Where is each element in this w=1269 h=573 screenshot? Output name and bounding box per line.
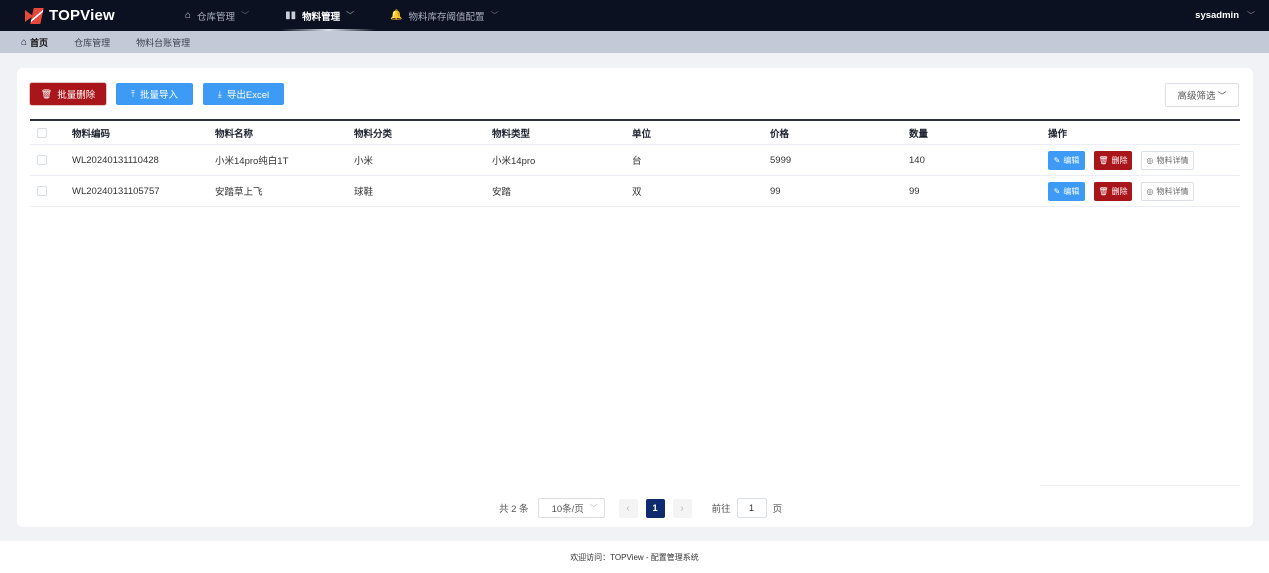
download-icon: ⤓ bbox=[217, 88, 222, 99]
eye-icon: ◎ bbox=[1146, 155, 1154, 165]
table-row[interactable]: WL20240131110428 小米14pro纯白1T 小米 小米14pro … bbox=[30, 145, 1240, 176]
cell-unit: 台 bbox=[632, 156, 642, 167]
footer-text: 欢迎访问：TOPView - 配置管理系统 bbox=[570, 552, 699, 562]
edit-button[interactable]: ✎ 编辑 bbox=[1048, 150, 1085, 170]
nav-item-warehouse[interactable]: ⌂ 仓库管理 ﹀ bbox=[173, 0, 261, 31]
goto-page-input[interactable]: 1 bbox=[736, 498, 767, 518]
logo-mark-icon bbox=[25, 7, 44, 24]
row-actions: ✎ 编辑 🗑 删除 ◎ 物料详情 bbox=[1048, 176, 1203, 206]
cell-qty: 140 bbox=[909, 154, 925, 166]
page-size-select[interactable]: 10条/页 ﹀ bbox=[537, 498, 605, 518]
edit-icon: ✎ bbox=[1053, 186, 1061, 196]
username: sysadmin bbox=[1195, 10, 1239, 21]
bar-chart-icon: ▮▮ bbox=[285, 10, 297, 21]
breadcrumb: ⌂ 首页 仓库管理 物料台账管理 bbox=[0, 31, 1269, 53]
header-price[interactable]: 价格 bbox=[770, 121, 789, 144]
next-page-button[interactable]: › bbox=[672, 498, 692, 518]
prev-page-button[interactable]: ‹ bbox=[618, 498, 638, 518]
chevron-left-icon: ‹ bbox=[626, 502, 630, 514]
cell-unit: 双 bbox=[632, 187, 642, 198]
table-row[interactable]: WL20240131105757 安踏草上飞 球鞋 安踏 双 99 99 ✎ 编辑… bbox=[30, 176, 1240, 207]
edit-icon: ✎ bbox=[1053, 155, 1061, 165]
breadcrumb-material-ledger[interactable]: 物料台账管理 bbox=[136, 36, 190, 49]
fixed-column-divider bbox=[1040, 485, 1240, 486]
top-navbar: TOPView ⌂ 仓库管理 ﹀ ▮▮ 物料管理 ﹀ 🔔 物料库存阈值配置 ﹀ … bbox=[0, 0, 1269, 31]
cell-category: 小米 bbox=[354, 156, 374, 167]
nav-item-threshold[interactable]: 🔔 物料库存阈值配置 ﹀ bbox=[378, 0, 510, 31]
trash-icon: 🗑 bbox=[1098, 155, 1109, 165]
header-qty[interactable]: 数量 bbox=[909, 121, 928, 144]
cell-name: 安踏草上飞 bbox=[215, 187, 263, 198]
breadcrumb-home[interactable]: ⌂ 首页 bbox=[21, 36, 48, 49]
chevron-down-icon: ﹀ bbox=[589, 503, 598, 513]
cell-code: WL20240131110428 bbox=[72, 154, 159, 166]
pagination-total: 共 2 条 bbox=[499, 504, 529, 515]
cell-type: 安踏 bbox=[492, 187, 512, 198]
cell-price: 99 bbox=[770, 185, 781, 197]
pagination: 共 2 条 10条/页 ﹀ ‹ 1 › 前往 1 页 bbox=[499, 497, 782, 519]
home-icon: ⌂ bbox=[21, 36, 28, 48]
upload-icon: ⤒ bbox=[131, 88, 135, 99]
chevron-down-icon: ﹀ bbox=[241, 11, 250, 20]
bell-icon: 🔔 bbox=[390, 10, 403, 21]
nav-item-material[interactable]: ▮▮ 物料管理 ﹀ bbox=[273, 0, 377, 31]
edit-button[interactable]: ✎ 编辑 bbox=[1048, 181, 1085, 201]
table-header: 物料编码 物料名称 物料分类 物料类型 单位 价格 数量 操作 bbox=[30, 119, 1240, 145]
main-nav: ⌂ 仓库管理 ﹀ ▮▮ 物料管理 ﹀ 🔔 物料库存阈值配置 ﹀ bbox=[173, 0, 523, 31]
nav-item-label: 仓库管理 bbox=[197, 11, 236, 23]
trash-icon: 🗑 bbox=[40, 88, 53, 99]
chevron-down-icon: ﹀ bbox=[1217, 90, 1227, 101]
detail-button[interactable]: ◎ 物料详情 bbox=[1141, 181, 1194, 201]
material-table: 物料编码 物料名称 物料分类 物料类型 单位 价格 数量 操作 WL202401… bbox=[30, 119, 1240, 207]
cell-name: 小米14pro纯白1T bbox=[215, 156, 289, 167]
chevron-down-icon: ﹀ bbox=[1247, 11, 1255, 20]
nav-item-label: 物料管理 bbox=[302, 11, 341, 23]
cell-category: 球鞋 bbox=[354, 187, 374, 198]
batch-import-button[interactable]: ⤒ 批量导入 bbox=[116, 83, 193, 105]
header-code[interactable]: 物料编码 bbox=[72, 121, 110, 144]
cell-type: 小米14pro bbox=[492, 156, 536, 167]
content-card: 🗑 批量删除 ⤒ 批量导入 ⤓ 导出Excel 高级筛选 ﹀ 物料编码 物料名称… bbox=[17, 68, 1253, 527]
delete-button[interactable]: 🗑 删除 bbox=[1094, 181, 1132, 201]
select-all-checkbox[interactable] bbox=[37, 127, 47, 138]
brand-name: TOPView bbox=[49, 7, 115, 24]
cell-qty: 99 bbox=[909, 185, 920, 197]
user-menu[interactable]: sysadmin ﹀ bbox=[1195, 0, 1255, 31]
export-excel-button[interactable]: ⤓ 导出Excel bbox=[203, 83, 284, 105]
detail-button[interactable]: ◎ 物料详情 bbox=[1141, 150, 1194, 170]
breadcrumb-warehouse[interactable]: 仓库管理 bbox=[74, 36, 110, 49]
header-category[interactable]: 物料分类 bbox=[354, 121, 392, 144]
page-number-current[interactable]: 1 bbox=[645, 498, 665, 518]
cell-price: 5999 bbox=[770, 154, 792, 166]
header-name[interactable]: 物料名称 bbox=[215, 121, 253, 144]
cell-code: WL20240131105757 bbox=[72, 185, 160, 197]
chevron-down-icon: ﹀ bbox=[346, 11, 355, 20]
goto-page: 前往 1 页 bbox=[712, 498, 782, 518]
chevron-right-icon: › bbox=[680, 502, 684, 514]
trash-icon: 🗑 bbox=[1098, 186, 1109, 196]
home-icon: ⌂ bbox=[185, 10, 192, 21]
advanced-filter-button[interactable]: 高级筛选 ﹀ bbox=[1165, 83, 1239, 107]
row-checkbox[interactable] bbox=[37, 155, 47, 165]
nav-item-label: 物料库存阈值配置 bbox=[408, 11, 485, 23]
footer: 欢迎访问：TOPView - 配置管理系统 bbox=[0, 541, 1269, 573]
eye-icon: ◎ bbox=[1146, 186, 1154, 196]
chevron-down-icon: ﹀ bbox=[490, 11, 499, 20]
header-type[interactable]: 物料类型 bbox=[492, 121, 530, 144]
header-actions: 操作 bbox=[1048, 128, 1068, 140]
row-actions: ✎ 编辑 🗑 删除 ◎ 物料详情 bbox=[1048, 145, 1203, 175]
logo[interactable]: TOPView bbox=[25, 7, 145, 24]
batch-delete-button[interactable]: 🗑 批量删除 bbox=[30, 83, 106, 105]
row-checkbox[interactable] bbox=[37, 186, 47, 196]
delete-button[interactable]: 🗑 删除 bbox=[1094, 150, 1132, 170]
header-unit[interactable]: 单位 bbox=[632, 121, 651, 144]
